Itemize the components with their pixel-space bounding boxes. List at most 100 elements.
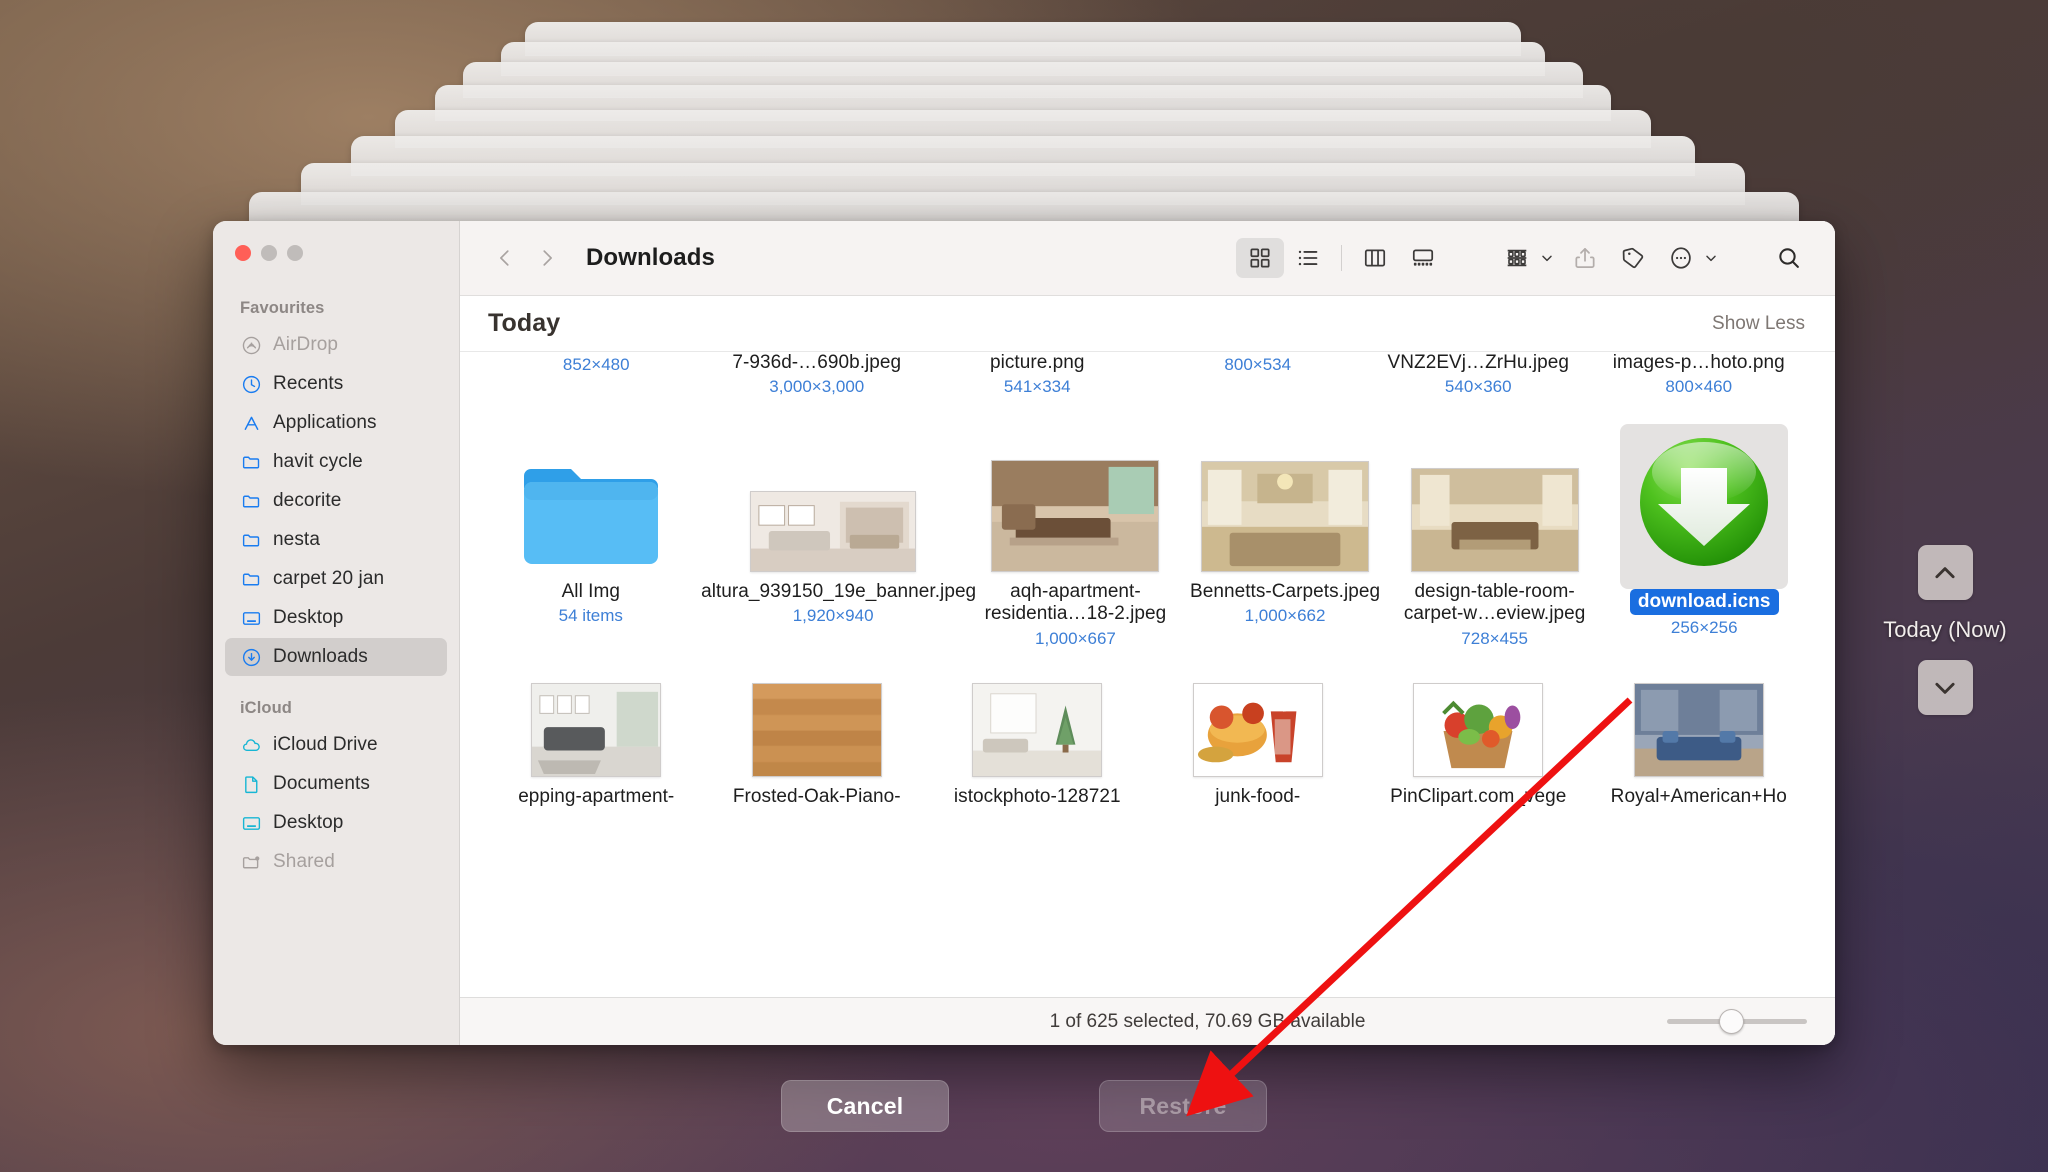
thumbnail xyxy=(1413,673,1544,777)
thumbnail xyxy=(520,424,662,572)
file-cell[interactable]: design-table-room-carpet-w…eview.jpeg 72… xyxy=(1390,416,1600,649)
file-name: altura_939150_19e_banner.jpeg xyxy=(701,581,977,602)
share-icon xyxy=(1575,248,1595,268)
file-cell[interactable]: Bennetts-Carpets.jpeg 1,000×662 xyxy=(1180,416,1390,649)
gallery-icon xyxy=(1412,249,1434,266)
more-actions-button[interactable] xyxy=(1657,238,1719,278)
file-cell[interactable]: images-p…hoto.png 800×460 xyxy=(1589,352,1810,402)
sidebar-item-desktop[interactable]: Desktop xyxy=(225,599,447,637)
sidebar-item-nesta[interactable]: nesta xyxy=(225,521,447,559)
column-view-button[interactable] xyxy=(1351,238,1399,278)
file-name: PinClipart.com_vege xyxy=(1390,785,1567,807)
folder-icon xyxy=(240,490,262,512)
file-name: design-table-room-carpet-w…eview.jpeg xyxy=(1403,581,1586,625)
file-cell[interactable]: epping-apartment- xyxy=(486,665,707,808)
status-text: 1 of 625 selected, 70.69 GB available xyxy=(1049,1010,1366,1032)
finder-window: Favourites AirDrop Recents Applications … xyxy=(213,221,1835,1045)
page-title: Downloads xyxy=(586,244,715,271)
file-meta: 541×334 xyxy=(1003,377,1071,397)
sidebar-item-label: carpet 20 jan xyxy=(273,568,385,589)
sidebar-item-icloud-drive[interactable]: iCloud Drive xyxy=(225,726,447,764)
file-meta: 54 items xyxy=(558,606,623,626)
sidebar-item-label: Desktop xyxy=(273,812,344,833)
icon-view-button[interactable] xyxy=(1236,238,1284,278)
file-cell[interactable]: altura_939150_19e_banner.jpeg 1,920×940 xyxy=(696,416,977,649)
sidebar-item-label: Shared xyxy=(273,851,335,872)
file-meta: 852×480 xyxy=(562,355,630,374)
thumbnail xyxy=(1201,424,1370,572)
timemachine-date-label: Today (Now) xyxy=(1883,617,2007,642)
folder-icon xyxy=(240,451,262,473)
timemachine-navigation: Today (Now) xyxy=(1875,545,2015,715)
sidebar-item-carpet-20-jan[interactable]: carpet 20 jan xyxy=(225,560,447,598)
timemachine-back-in-time-button[interactable] xyxy=(1917,545,1973,600)
file-name: download.icns xyxy=(1629,589,1779,616)
timemachine-forward-in-time-button[interactable] xyxy=(1917,660,1973,715)
file-cell-folder[interactable]: All Img 54 items xyxy=(486,416,696,649)
close-button[interactable] xyxy=(235,245,251,261)
group-by-button[interactable] xyxy=(1493,238,1555,278)
search-button[interactable] xyxy=(1765,238,1813,278)
sidebar-item-label: decorite xyxy=(273,490,342,511)
more-actions-icon-wrap[interactable] xyxy=(1657,238,1705,278)
sidebar-item-label: Desktop xyxy=(273,607,344,628)
slider-knob[interactable] xyxy=(1719,1009,1744,1034)
sidebar-item-shared[interactable]: Shared xyxy=(225,843,447,881)
gallery-view-button[interactable] xyxy=(1399,238,1447,278)
sidebar-item-label: Recents xyxy=(273,373,344,394)
file-cell[interactable]: istockphoto-128721 xyxy=(927,665,1148,808)
image-preview xyxy=(1414,683,1543,776)
sidebar-item-downloads[interactable]: Downloads xyxy=(225,638,447,676)
group-by-icon-wrap[interactable] xyxy=(1493,238,1541,278)
minimize-button[interactable] xyxy=(261,245,277,261)
view-mode-group xyxy=(1236,238,1447,278)
sidebar-item-recents[interactable]: Recents xyxy=(225,365,447,403)
file-cell[interactable]: aqh-apartment-residentia…18-2.jpeg 1,000… xyxy=(971,416,1181,649)
group-icon xyxy=(1507,249,1527,267)
list-icon xyxy=(1298,250,1318,266)
image-preview xyxy=(992,461,1159,571)
tags-button[interactable] xyxy=(1609,238,1657,278)
list-view-button[interactable] xyxy=(1284,238,1332,278)
folder-icon xyxy=(523,469,658,564)
file-cell[interactable]: PinClipart.com_vege xyxy=(1368,665,1589,808)
file-meta: 256×256 xyxy=(1670,618,1738,638)
file-cell-selected[interactable]: download.icns 256×256 xyxy=(1599,416,1809,649)
folder-icon xyxy=(240,568,262,590)
sidebar-item-documents[interactable]: Documents xyxy=(225,765,447,803)
file-name: 7-936d-…690b.jpeg xyxy=(732,352,902,373)
sidebar-item-applications[interactable]: Applications xyxy=(225,404,447,442)
restore-button[interactable]: Restore xyxy=(1099,1080,1267,1132)
file-cell[interactable]: VNZ2EVj…ZrHu.jpeg 540×360 xyxy=(1368,352,1589,402)
show-less-button[interactable]: Show Less xyxy=(1712,313,1805,335)
file-cell[interactable]: Frosted-Oak-Piano- xyxy=(707,665,928,808)
file-cell[interactable]: 7-936d-…690b.jpeg 3,000×3,000 xyxy=(707,352,928,402)
appstore-icon xyxy=(240,412,262,434)
back-button[interactable] xyxy=(484,237,526,279)
window-controls[interactable] xyxy=(213,232,459,278)
icon-size-slider[interactable] xyxy=(1667,1009,1807,1034)
file-name: epping-apartment- xyxy=(518,785,675,807)
file-cell[interactable]: picture.png 541×334 xyxy=(927,352,1148,402)
airdrop-icon xyxy=(240,334,262,356)
file-cell[interactable]: Royal+American+Ho xyxy=(1589,665,1810,808)
sidebar-item-havit-cycle[interactable]: havit cycle xyxy=(225,443,447,481)
chevron-down-icon xyxy=(1935,682,1955,694)
file-cell[interactable]: 800×534 xyxy=(1148,352,1369,402)
sidebar-item-label: iCloud Drive xyxy=(273,734,378,755)
forward-button[interactable] xyxy=(526,237,568,279)
cancel-button[interactable]: Cancel xyxy=(781,1080,949,1132)
file-cell[interactable]: 852×480 xyxy=(486,352,707,402)
sidebar-item-airdrop[interactable]: AirDrop xyxy=(225,326,447,364)
thumbnail xyxy=(531,673,662,777)
desktop-icon xyxy=(240,607,262,629)
file-cell[interactable]: junk-food- xyxy=(1148,665,1369,808)
file-name: junk-food- xyxy=(1215,785,1301,807)
zoom-button[interactable] xyxy=(287,245,303,261)
sidebar-item-icloud-desktop[interactable]: Desktop xyxy=(225,804,447,842)
sidebar-item-decorite[interactable]: decorite xyxy=(225,482,447,520)
shared-folder-icon xyxy=(240,851,262,873)
file-meta: 1,000×662 xyxy=(1244,606,1326,626)
share-button[interactable] xyxy=(1561,238,1609,278)
grid-icon xyxy=(1250,248,1270,268)
